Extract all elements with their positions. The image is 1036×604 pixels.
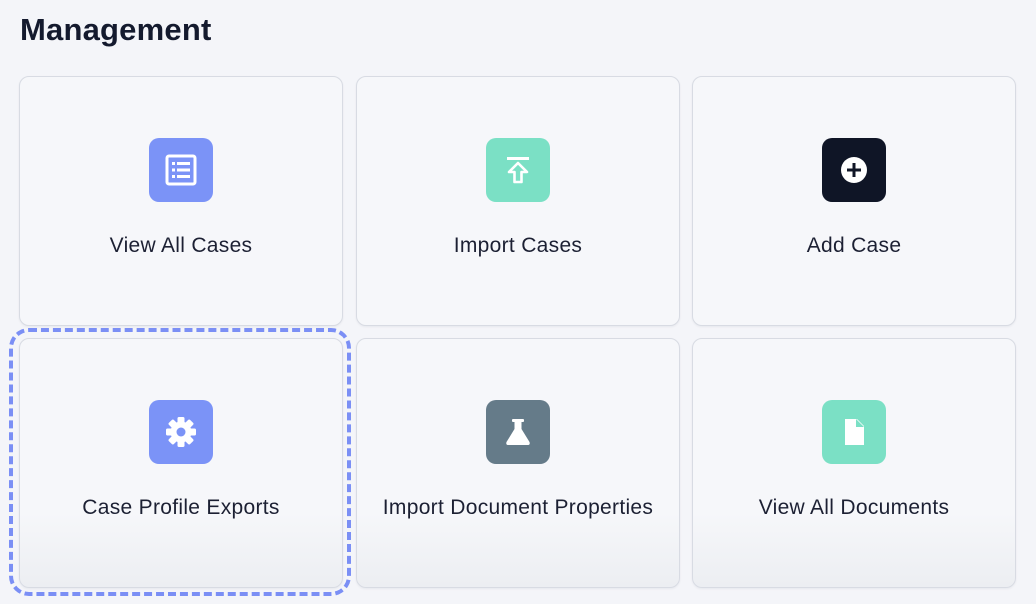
flask-icon [486, 400, 550, 464]
gear-icon [149, 400, 213, 464]
card-label: View All Cases [109, 234, 253, 257]
view-all-cases-card[interactable]: View All Cases [19, 76, 343, 326]
plus-circle-icon [822, 138, 886, 202]
view-all-documents-card[interactable]: View All Documents [692, 338, 1016, 588]
import-cases-card[interactable]: Import Cases [356, 76, 680, 326]
card-label: View All Documents [758, 496, 950, 519]
add-case-card[interactable]: Add Case [692, 76, 1016, 326]
management-page: Management View All Cases Import Cases A… [0, 0, 1036, 604]
import-document-properties-card[interactable]: Import Document Properties [356, 338, 680, 588]
case-profile-exports-card[interactable]: Case Profile Exports [19, 338, 343, 588]
card-label: Import Document Properties [382, 496, 654, 519]
management-grid: View All Cases Import Cases Add Case Cas… [0, 0, 1036, 604]
document-icon [822, 400, 886, 464]
list-icon [149, 138, 213, 202]
card-label: Case Profile Exports [82, 496, 280, 519]
upload-icon [486, 138, 550, 202]
card-label: Import Cases [453, 234, 583, 257]
card-label: Add Case [806, 234, 902, 257]
